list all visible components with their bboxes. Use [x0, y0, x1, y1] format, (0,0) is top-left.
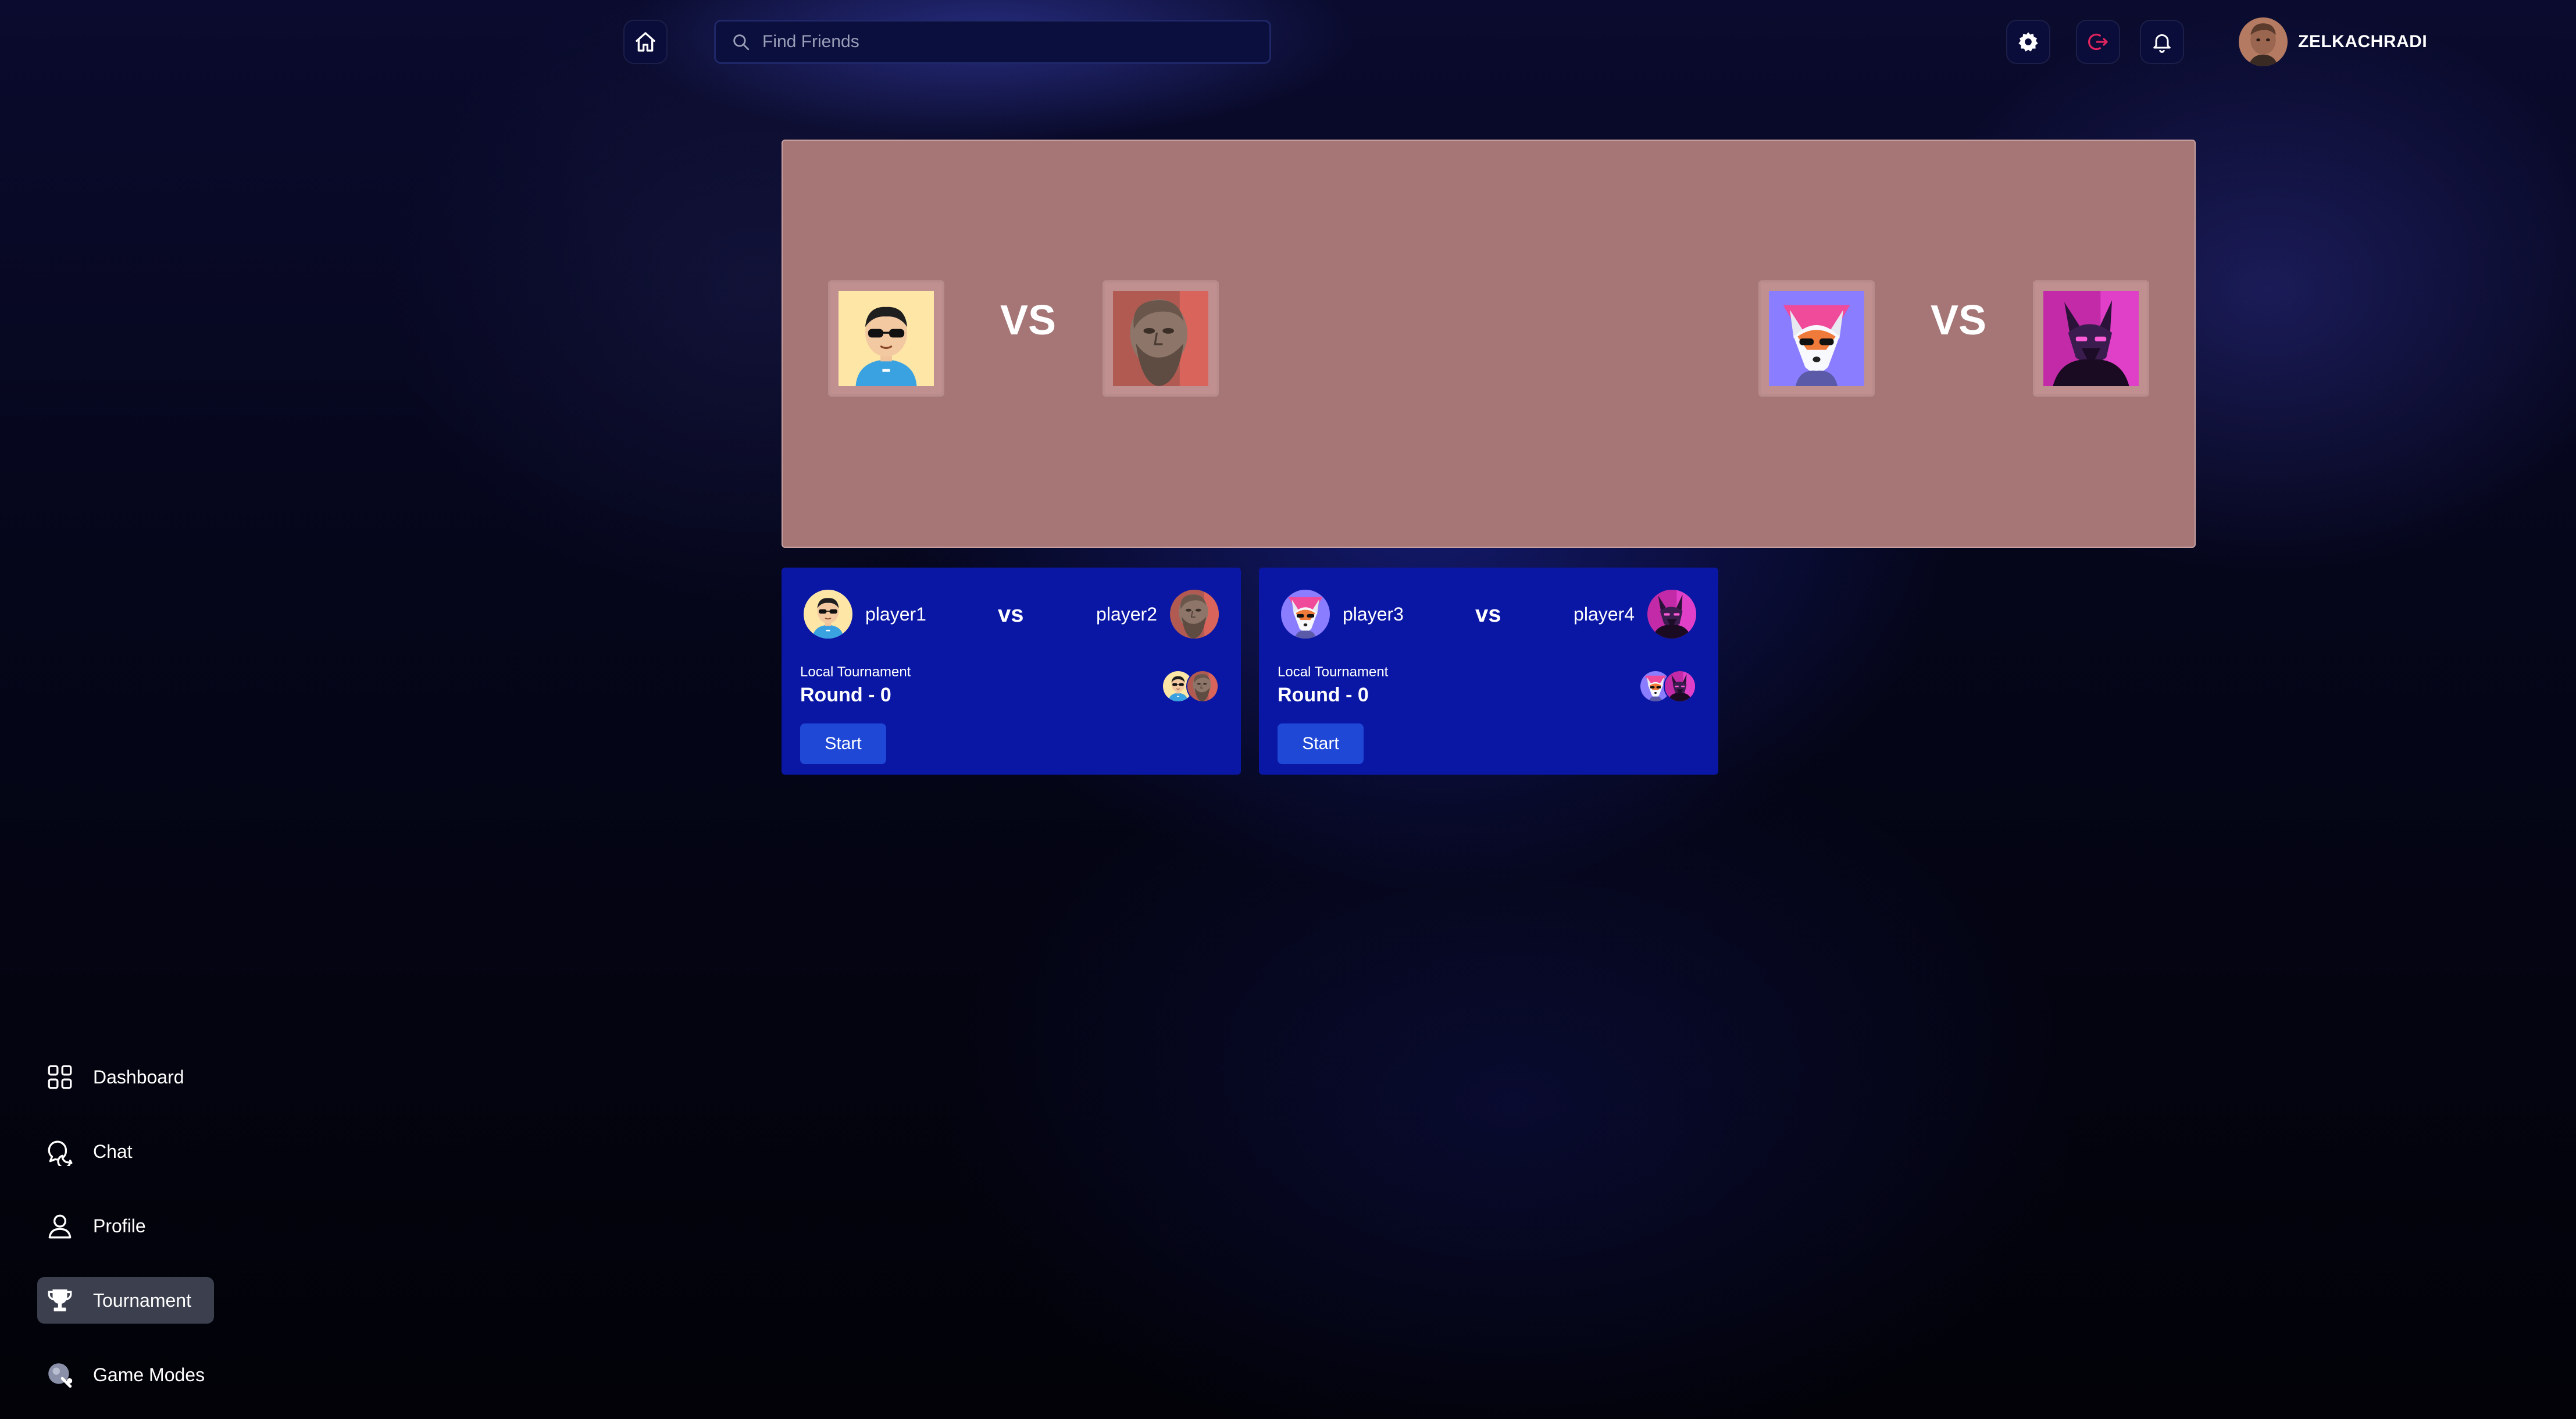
- bell-icon: [2153, 34, 2171, 53]
- player-right: player2: [1096, 590, 1219, 639]
- player-right: player4: [1574, 590, 1696, 639]
- player-name: player1: [865, 603, 926, 625]
- player-left: player1: [804, 590, 926, 639]
- chat-icon: [48, 1140, 73, 1166]
- participants-avatars: [1639, 670, 1696, 703]
- vs-label: vs: [1475, 601, 1501, 627]
- bracket-player3-avatar: [1758, 280, 1875, 397]
- game-modes-icon: [48, 1363, 73, 1388]
- notifications-button[interactable]: [2140, 20, 2184, 64]
- home-button[interactable]: [623, 20, 668, 64]
- bracket-player1-avatar: [828, 280, 944, 397]
- search-icon: [733, 34, 750, 51]
- bracket-player4-avatar: [2033, 280, 2149, 397]
- vs-label: vs: [998, 601, 1024, 627]
- bracket-vs-label: VS: [1931, 297, 1987, 344]
- avatar: [1664, 670, 1696, 703]
- match-card: player3 vs player4 Local Tournament Roun…: [1259, 568, 1718, 775]
- sidebar-item-label: Profile: [93, 1215, 146, 1236]
- avatar: [1281, 590, 1330, 639]
- round-label: Round - 0: [800, 684, 891, 706]
- match-card: player1 vs player2 Local Tournament Roun…: [782, 568, 1241, 775]
- player-name: player4: [1574, 603, 1635, 625]
- start-button[interactable]: Start: [800, 723, 886, 764]
- tournament-type: Local Tournament: [1278, 664, 1389, 680]
- dashboard-icon: [48, 1065, 72, 1089]
- username: ZELKACHRADI: [2298, 32, 2428, 51]
- avatar: [804, 590, 852, 639]
- trophy-icon: [48, 1289, 72, 1311]
- sidebar-item-label: Tournament: [93, 1289, 191, 1311]
- user-menu[interactable]: ZELKACHRADI: [2239, 17, 2427, 66]
- home-icon: [636, 32, 655, 52]
- avatar: [1186, 670, 1219, 703]
- profile-icon: [48, 1214, 72, 1239]
- round-label: Round - 0: [1278, 684, 1369, 706]
- tournament-type: Local Tournament: [800, 664, 911, 680]
- sidebar-item-label: Dashboard: [93, 1066, 184, 1088]
- search-input[interactable]: [761, 31, 1240, 52]
- player-left: player3: [1281, 590, 1404, 639]
- sidebar-item-profile[interactable]: Profile: [37, 1203, 214, 1249]
- start-button[interactable]: Start: [1278, 723, 1364, 764]
- sidebar-item-tournament[interactable]: Tournament: [37, 1277, 214, 1324]
- sidebar-item-dashboard[interactable]: Dashboard: [37, 1054, 214, 1100]
- sidebar-item-chat[interactable]: Chat: [37, 1128, 214, 1175]
- gear-icon: [2018, 32, 2038, 52]
- player-name: player2: [1096, 603, 1157, 625]
- avatar: [2239, 17, 2288, 66]
- player-name: player3: [1343, 603, 1404, 625]
- sidebar-item-label: Game Modes: [93, 1364, 205, 1385]
- bracket-player2-avatar: [1103, 280, 1219, 397]
- sidebar-item-label: Chat: [93, 1140, 133, 1162]
- logout-icon: [2088, 33, 2108, 51]
- search-bar[interactable]: [714, 20, 1271, 64]
- settings-button[interactable]: [2006, 20, 2050, 64]
- avatar: [1647, 590, 1696, 639]
- participants-avatars: [1162, 670, 1219, 703]
- avatar: [1170, 590, 1219, 639]
- logout-button[interactable]: [2076, 20, 2120, 64]
- bracket-vs-label: VS: [1000, 297, 1057, 344]
- tournament-bracket: VS VS: [782, 140, 2196, 548]
- sidebar-item-game-modes[interactable]: Game Modes: [37, 1352, 214, 1398]
